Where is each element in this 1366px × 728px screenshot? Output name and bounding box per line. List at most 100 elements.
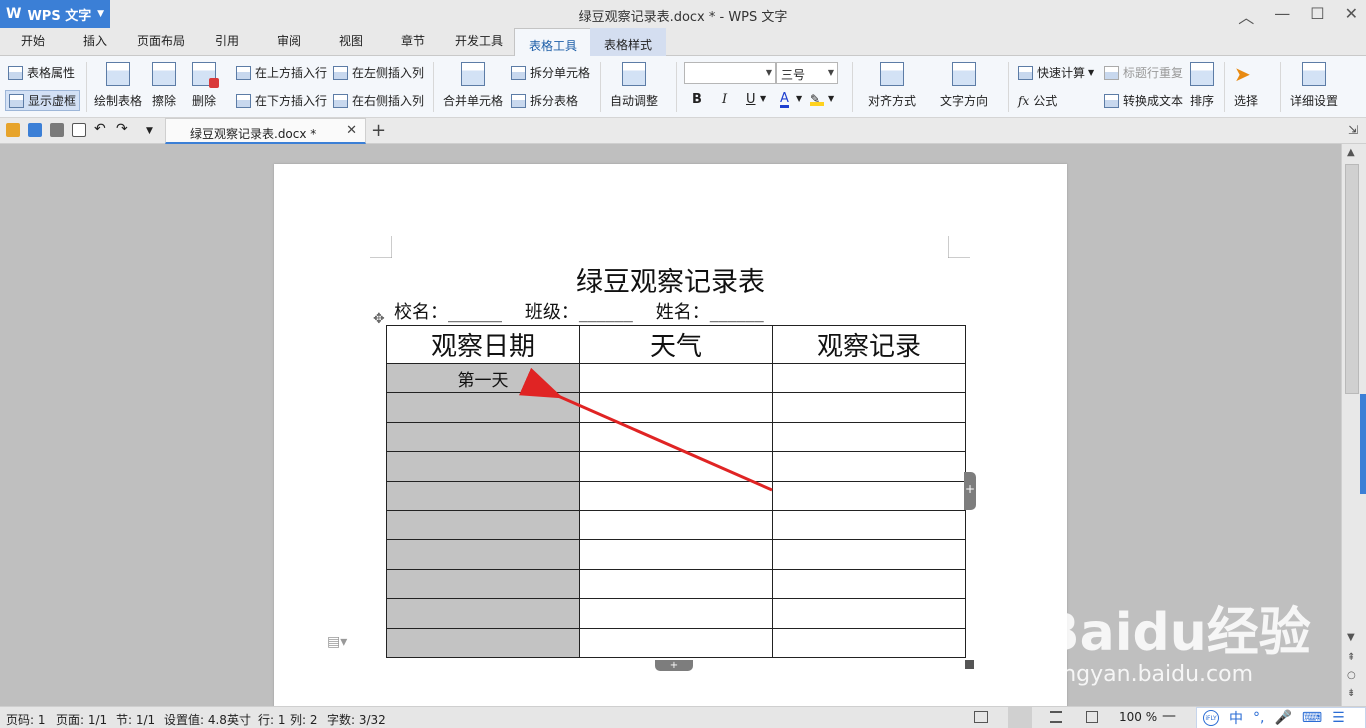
chevron-down-icon[interactable]: ▼ xyxy=(828,94,834,103)
undo-icon[interactable]: ↶ xyxy=(94,121,108,137)
insert-column-right-button[interactable]: 在右侧插入列 xyxy=(333,92,424,109)
gridlines-icon xyxy=(9,93,24,108)
tab-insert[interactable]: 插入 xyxy=(83,32,107,49)
ime-toolbar[interactable]: iFLY 中 °, 🎤 ⌨ ☰ xyxy=(1196,707,1366,728)
divider xyxy=(1224,62,1225,112)
chevron-down-icon[interactable]: ▼ xyxy=(760,94,766,103)
erase-button[interactable]: 擦除 xyxy=(152,62,176,109)
autofit-icon xyxy=(622,62,646,86)
chevron-down-icon: ▼ xyxy=(827,68,834,77)
tab-page-layout[interactable]: 页面布局 xyxy=(137,32,185,49)
zoom-level[interactable]: 100 % xyxy=(1119,710,1157,724)
scroll-up-icon[interactable]: ▲ xyxy=(1347,147,1355,158)
align-button[interactable]: 对齐方式 xyxy=(868,62,916,109)
font-color-button[interactable]: A xyxy=(780,92,789,108)
scroll-thumb[interactable] xyxy=(1345,164,1359,394)
restore-window-icon[interactable]: ⇲ xyxy=(1348,123,1358,137)
collapse-ribbon-icon[interactable]: ︿ xyxy=(1238,4,1254,28)
microphone-icon[interactable]: 🎤 xyxy=(1274,710,1291,726)
repeat-header-button[interactable]: 标题行重复 xyxy=(1104,64,1183,81)
split-table-button[interactable]: 拆分表格 xyxy=(511,92,578,109)
title-bar: W WPS 文字 ▼ 绿豆观察记录表.docx * - WPS 文字 ︿ — ☐… xyxy=(0,0,1366,28)
page-view-icon[interactable] xyxy=(1008,707,1032,728)
status-word-count[interactable]: 字数: 3/32 xyxy=(327,711,386,728)
insert-row-below-button[interactable]: 在下方插入行 xyxy=(236,92,327,109)
outline-view-icon[interactable] xyxy=(1050,711,1062,723)
text-direction-icon xyxy=(952,62,976,86)
table-properties-button[interactable]: 表格属性 xyxy=(8,64,75,81)
keyboard-icon[interactable]: ⌨ xyxy=(1302,710,1322,726)
tab-chapter[interactable]: 章节 xyxy=(401,32,425,49)
delete-button[interactable]: 删除 xyxy=(192,62,219,109)
insert-row-below-icon xyxy=(236,93,251,108)
punctuation-icon[interactable]: °, xyxy=(1253,710,1264,726)
split-cells-icon xyxy=(511,65,526,80)
close-tab-icon[interactable]: ✕ xyxy=(346,123,357,138)
close-icon[interactable]: ✕ xyxy=(1345,4,1358,28)
status-bar: 页码: 1 页面: 1/1 节: 1/1 设置值: 4.8英寸 行: 1 列: … xyxy=(0,706,1366,728)
chevron-down-icon[interactable]: ▼ xyxy=(796,94,802,103)
open-icon[interactable] xyxy=(6,123,20,137)
tab-table-style[interactable]: 表格样式 xyxy=(590,28,667,56)
ifly-logo-icon: iFLY xyxy=(1203,710,1219,726)
draw-table-button[interactable]: 绘制表格 xyxy=(94,62,142,109)
new-tab-icon[interactable]: + xyxy=(371,120,386,141)
ime-language[interactable]: 中 xyxy=(1229,708,1243,728)
vertical-scrollbar[interactable]: ▲ ▼ ⇞ ○ ⇟ xyxy=(1341,144,1366,706)
sort-button[interactable]: 排序 xyxy=(1190,62,1214,109)
repeat-header-icon xyxy=(1104,65,1119,80)
details-button[interactable]: 详细设置 xyxy=(1290,62,1338,109)
highlight-icon[interactable]: ✎ xyxy=(810,92,824,106)
insert-row-above-button[interactable]: 在上方插入行 xyxy=(236,64,327,81)
full-screen-icon[interactable] xyxy=(974,711,988,723)
formula-button[interactable]: fx 公式 xyxy=(1018,92,1057,109)
menu-icon[interactable]: ☰ xyxy=(1332,710,1345,726)
split-cells-button[interactable]: 拆分单元格 xyxy=(511,64,590,81)
document-tab[interactable]: 绿豆观察记录表.docx * ✕ xyxy=(165,118,366,144)
divider xyxy=(433,62,434,112)
autofit-button[interactable]: 自动调整 xyxy=(610,62,658,109)
tab-developer[interactable]: 开发工具 xyxy=(455,32,503,49)
watermark-logo: Baidu经验 xyxy=(1040,603,1311,663)
cursor-icon: ➤ xyxy=(1234,62,1251,86)
convert-text-icon xyxy=(1104,93,1119,108)
divider xyxy=(600,62,601,112)
document-page[interactable]: 绿豆观察记录表 校名：______ 班级：______ 姓名：______ ✥ … xyxy=(274,164,1067,706)
minimize-icon[interactable]: — xyxy=(1274,4,1290,28)
insert-column-left-button[interactable]: 在左侧插入列 xyxy=(333,64,424,81)
next-page-icon[interactable]: ⇟ xyxy=(1347,688,1355,699)
text-direction-button[interactable]: 文字方向 xyxy=(940,62,988,109)
merge-cells-button[interactable]: 合并单元格 xyxy=(443,62,503,109)
show-gridlines-button[interactable]: 显示虚框 xyxy=(5,90,81,111)
side-panel-toggle[interactable] xyxy=(1360,394,1366,494)
zoom-out-icon[interactable]: — xyxy=(1162,708,1176,724)
redo-icon[interactable]: ↷ xyxy=(116,121,130,137)
tab-references[interactable]: 引用 xyxy=(215,32,239,49)
font-name-select[interactable]: ▼ xyxy=(684,62,776,84)
prev-page-icon[interactable]: ⇞ xyxy=(1347,652,1355,663)
tab-home[interactable]: 开始 xyxy=(21,32,45,49)
tab-view[interactable]: 视图 xyxy=(339,32,363,49)
status-page-code: 页码: 1 xyxy=(6,713,46,727)
tab-table-tools[interactable]: 表格工具 xyxy=(514,28,593,57)
tab-review[interactable]: 审阅 xyxy=(277,32,301,49)
insert-column-left-icon xyxy=(333,65,348,80)
quick-calc-button[interactable]: 快速计算 ▼ xyxy=(1018,64,1094,81)
chevron-down-icon[interactable]: ▼ xyxy=(146,126,160,140)
print-icon[interactable] xyxy=(50,123,64,137)
italic-button[interactable]: I xyxy=(722,92,727,107)
select-button[interactable]: ➤ 选择 xyxy=(1234,62,1258,109)
print-preview-icon[interactable] xyxy=(72,123,86,137)
font-size-select[interactable]: 三号 ▼ xyxy=(776,62,838,84)
bold-button[interactable]: B xyxy=(692,92,702,107)
eraser-icon xyxy=(152,62,176,86)
select-browse-icon[interactable]: ○ xyxy=(1347,670,1356,681)
convert-text-button[interactable]: 转换成文本 xyxy=(1104,92,1183,109)
menu-bar: 开始 插入 页面布局 引用 审阅 视图 章节 开发工具 表格工具 表格样式 xyxy=(0,28,1366,57)
save-icon[interactable] xyxy=(28,123,42,137)
scroll-down-icon[interactable]: ▼ xyxy=(1347,632,1355,643)
underline-button[interactable]: U xyxy=(746,92,756,107)
web-view-icon[interactable] xyxy=(1086,711,1098,723)
ribbon: 表格属性 显示虚框 绘制表格 擦除 删除 在上方插入行 在下方插入行 在左侧插入… xyxy=(0,56,1366,118)
maximize-icon[interactable]: ☐ xyxy=(1310,4,1324,28)
